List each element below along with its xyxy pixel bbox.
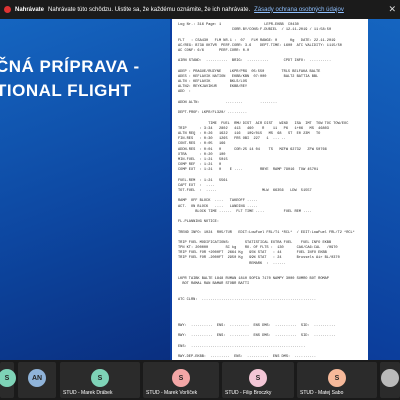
participant-avatar: S — [172, 369, 190, 387]
flight-plan-line: TREND INFO: 1024 R05/TUR EDIT:LowFuel FR… — [178, 230, 355, 235]
privacy-policy-link[interactable]: Zásady ochrana osobných údajov — [254, 7, 344, 13]
participant-tile[interactable] — [380, 362, 400, 398]
recording-status: Nahrávate — [15, 6, 45, 13]
close-icon[interactable]: ✕ — [388, 4, 396, 15]
participant-tile[interactable]: AN — [18, 362, 56, 398]
participant-name: STUD - Marek Drábek — [63, 390, 113, 396]
flight-plan-line: TRIP FUEL FOR -2000FT 2950 Kg 99% STAT :… — [178, 256, 340, 261]
participant-tile[interactable]: S STUD - Filip Broczky — [222, 362, 294, 398]
participant-tile[interactable]: S STUD - Marek Drábek — [60, 362, 140, 398]
flight-plan-line: RWY: .......... ENS: ......... ENS DMS: … — [178, 334, 336, 339]
participant-avatar: S — [0, 369, 16, 387]
participant-avatar: S — [91, 369, 109, 387]
participant-name: STUD - Filip Broczky — [225, 390, 272, 396]
recording-icon — [4, 6, 11, 13]
participant-avatar: S — [328, 369, 346, 387]
slide-title-line1: ČNÁ PRÍPRAVA - — [0, 57, 140, 76]
participant-tile[interactable]: S STUD - Matej Sabo — [297, 362, 377, 398]
participant-tile[interactable]: S — [0, 362, 16, 398]
shared-screen: ČNÁ PRÍPRAVA - TIONAL FLIGHT Log Nr.: 31… — [0, 19, 400, 360]
participant-name: STUD - Matej Sabo — [300, 390, 344, 396]
flight-plan-line: RWY: .......... ENS: ......... ENS DMS: … — [178, 323, 336, 328]
participant-strip: S AN S STUD - Marek Drábek S STUD - Marek Vor… — [0, 360, 400, 400]
recording-notification-bar: Nahrávate Nahrávate túto schôdzu. Uistit… — [0, 0, 400, 19]
participant-tile[interactable]: S STUD - Marek Vorlíček — [143, 362, 219, 398]
participant-avatar — [381, 369, 399, 387]
flight-plan-line: TIME FUEL RMU DIST AIR DIST WIND ISA IMT… — [178, 121, 349, 126]
flight-plan-line: FLT : CSA430 FLM NR.1 : 07 FLM RANGE: 0 … — [178, 38, 336, 43]
flight-plan-document: Log Nr.: 316 Page: 1 LEPR-EKBB C0430 COR… — [172, 19, 368, 360]
slide-title-line2: TIONAL FLIGHT — [0, 81, 132, 100]
participant-name: STUD - Marek Vorlíček — [146, 390, 198, 396]
participant-avatar: S — [249, 369, 267, 387]
recording-message: Nahrávate túto schôdzu. Uistite sa, že k… — [48, 6, 251, 13]
participant-avatar: AN — [28, 369, 46, 387]
